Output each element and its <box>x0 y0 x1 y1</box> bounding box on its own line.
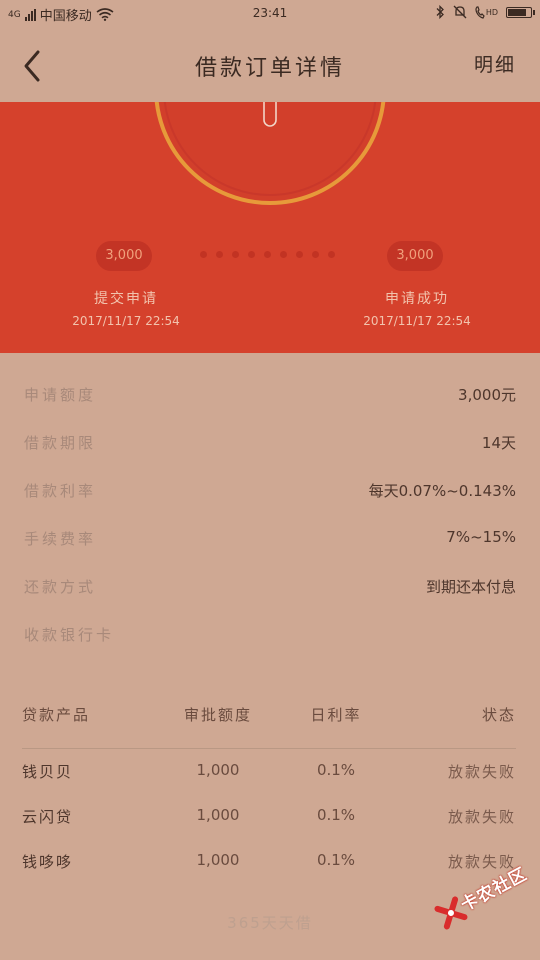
info-row-rate: 借款利率 每天0.07%~0.143% <box>24 480 516 528</box>
info-value: 3,000元 <box>458 386 516 404</box>
progress-dot <box>216 251 223 258</box>
info-key: 借款期限 <box>24 434 97 452</box>
info-value: 7%~15% <box>446 528 516 546</box>
mute-bell-icon <box>453 5 467 19</box>
progress-dot <box>200 251 207 258</box>
progress-dot <box>280 251 287 258</box>
cell-amount: 1,000 <box>196 806 240 824</box>
hd-call-indicator: HD <box>475 5 498 19</box>
step2-amount: 3,000 <box>387 241 443 271</box>
progress-hero: 3,000 3,000 提交申请 2017/11/17 22:54 申请成功 2… <box>0 102 540 353</box>
cell-rate: 0.1% <box>316 851 356 869</box>
info-key: 借款利率 <box>24 482 97 500</box>
progress-dot <box>232 251 239 258</box>
battery-icon <box>506 6 535 18</box>
cell-status: 放款失败 <box>447 808 516 826</box>
info-row-repayment: 还款方式 到期还本付息 <box>24 576 516 624</box>
progress-dot <box>248 251 255 258</box>
phone-icon <box>475 5 485 19</box>
info-row-bank-card[interactable]: 收款银行卡 <box>24 624 516 672</box>
cell-rate: 0.1% <box>316 806 356 824</box>
table-header: 贷款产品 审批额度 日利率 状态 <box>22 702 516 749</box>
header-approved-amount: 审批额度 <box>183 706 252 724</box>
status-right: HD <box>435 5 535 19</box>
info-row-amount: 申请额度 3,000元 <box>24 384 516 432</box>
cell-product: 钱贝贝 <box>22 763 74 781</box>
info-value: 每天0.07%~0.143% <box>368 482 516 500</box>
cell-product: 钱哆哆 <box>22 853 74 871</box>
info-key: 申请额度 <box>24 386 97 404</box>
cell-amount: 1,000 <box>196 851 240 869</box>
step1-date: 2017/11/17 22:54 <box>72 314 180 328</box>
info-key: 还款方式 <box>24 578 97 596</box>
cell-amount: 1,000 <box>196 761 240 779</box>
table-row[interactable]: 云闪贷 1,000 0.1% 放款失败 <box>22 794 516 839</box>
loan-info-list: 申请额度 3,000元 借款期限 14天 借款利率 每天0.07%~0.143%… <box>24 384 516 672</box>
loan-product-table: 贷款产品 审批额度 日利率 状态 钱贝贝 1,000 0.1% 放款失败 云闪贷… <box>22 702 516 884</box>
progress-dot <box>264 251 271 258</box>
nav-bar: 借款订单详情 明细 <box>0 28 540 102</box>
info-row-term: 借款期限 14天 <box>24 432 516 480</box>
progress-dots <box>200 251 335 258</box>
info-key: 手续费率 <box>24 530 97 548</box>
info-value: 到期还本付息 <box>425 578 516 596</box>
header-status: 状态 <box>481 706 516 724</box>
detail-link[interactable]: 明细 <box>474 50 516 77</box>
progress-dot <box>328 251 335 258</box>
info-row-fee: 手续费率 7%~15% <box>24 528 516 576</box>
progress-dot <box>312 251 319 258</box>
table-row[interactable]: 钱哆哆 1,000 0.1% 放款失败 <box>22 839 516 884</box>
cell-product: 云闪贷 <box>22 808 74 826</box>
info-value: 14天 <box>481 434 516 452</box>
status-bar: 4G 中国移动 23:41 HD <box>0 0 540 28</box>
progress-dot <box>296 251 303 258</box>
step1-amount: 3,000 <box>96 241 152 271</box>
step2-date: 2017/11/17 22:54 <box>363 314 471 328</box>
cell-status: 放款失败 <box>447 763 516 781</box>
header-product: 贷款产品 <box>22 706 91 724</box>
step1-label: 提交申请 <box>94 291 158 307</box>
page-title: 借款订单详情 <box>194 56 345 81</box>
step2-label: 申请成功 <box>385 291 449 307</box>
battery-fill <box>508 8 526 16</box>
bluetooth-icon <box>436 5 444 19</box>
hd-label: HD <box>485 7 498 17</box>
header-daily-rate: 日利率 <box>310 706 362 724</box>
info-key: 收款银行卡 <box>24 626 115 644</box>
table-row[interactable]: 钱贝贝 1,000 0.1% 放款失败 <box>22 749 516 794</box>
cell-rate: 0.1% <box>316 761 356 779</box>
